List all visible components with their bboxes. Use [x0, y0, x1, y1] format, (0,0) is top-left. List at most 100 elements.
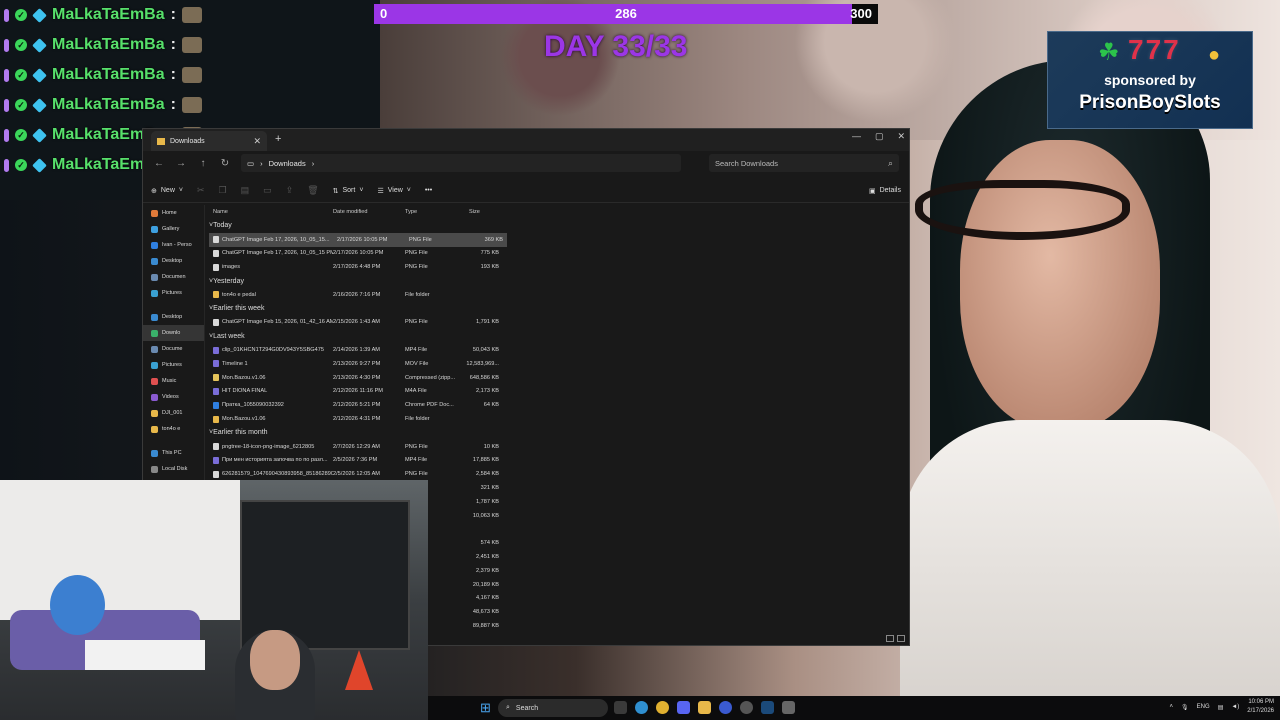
file-name-cell: ChatGPT Image Feb 15, 2026, 01_42_16 AM	[205, 318, 333, 326]
group-header[interactable]: ˅ Today	[205, 219, 909, 233]
back-icon[interactable]: ←	[153, 158, 165, 169]
file-row[interactable]: ChatGPT Image Feb 15, 2026, 01_42_16 AM 2…	[205, 316, 909, 330]
group-header[interactable]: ˅ Earlier this week	[205, 302, 909, 316]
sidebar-item[interactable]: Gallery	[143, 221, 204, 237]
file-row[interactable]: clip_01KHCN1T294G0DV943Y5SBG475 2/14/2026…	[205, 343, 909, 357]
sidebar-item[interactable]: DJI_001	[143, 405, 204, 421]
file-row[interactable]: Mon.Bazou.v1.06 2/13/2026 4:30 PM Compress…	[205, 371, 909, 385]
up-icon[interactable]: ↑	[197, 158, 209, 169]
sort-button[interactable]: ⇅ Sort ˅	[333, 187, 364, 195]
group-header[interactable]: ˅ Yesterday	[205, 274, 909, 288]
details-button[interactable]: ▣ Details	[869, 187, 901, 195]
coins-icon: ●	[1208, 44, 1221, 66]
chat-separator: :	[170, 66, 176, 83]
refresh-icon[interactable]: ↻	[219, 158, 231, 169]
close-icon[interactable]: ✕	[897, 131, 905, 142]
details-view-icon[interactable]	[886, 635, 894, 642]
task-view-icon[interactable]	[614, 701, 627, 714]
chevron-down-icon: ˅	[406, 187, 411, 194]
cut-icon[interactable]: ✂	[197, 185, 205, 196]
sidebar-item[interactable]: Local Disk	[143, 461, 204, 477]
mic-icon[interactable]: 🎙	[1181, 704, 1189, 711]
steam-icon[interactable]	[761, 701, 774, 714]
sidebar-item[interactable]: Pictures	[143, 357, 204, 373]
system-tray: ˄ 🎙 ENG ▤ ◄) 10:06 PM 2/17/2026	[1170, 698, 1274, 716]
file-size: 50,043 KB	[472, 347, 499, 354]
calculator-icon[interactable]	[782, 701, 795, 714]
rename-icon[interactable]: ▭	[263, 185, 272, 196]
view-label: View	[387, 187, 403, 194]
discord-icon[interactable]	[677, 701, 690, 714]
chevron-down-icon: ˅	[359, 187, 364, 194]
breadcrumb-downloads[interactable]: Downloads	[269, 159, 306, 168]
monitor-icon: ▭	[247, 158, 255, 168]
paste-icon[interactable]: ▤	[241, 185, 250, 196]
file-row[interactable]: ChatGPT Image Feb 17, 2026, 10_05_15... 2…	[209, 232, 507, 247]
file-explorer-icon[interactable]	[698, 701, 711, 714]
column-name[interactable]: Name	[205, 209, 333, 215]
file-row[interactable]: Пратка_1055090032392 2/12/2026 5:21 PM Chr…	[205, 398, 909, 412]
sort-label: Sort	[342, 187, 356, 194]
clock[interactable]: 10:06 PM 2/17/2026	[1247, 698, 1274, 716]
more-button[interactable]: •••	[425, 187, 432, 194]
group-header[interactable]: ˅ Last week	[205, 329, 909, 343]
sidebar-item[interactable]: Documen	[143, 269, 204, 285]
view-button[interactable]: ☰ View ˅	[377, 187, 410, 195]
sidebar-item-label: This PC	[162, 450, 182, 456]
language-indicator[interactable]: ENG	[1197, 704, 1210, 710]
title-bar: Downloads ✕ + — ▢ ✕	[143, 129, 909, 151]
column-type[interactable]: Type	[405, 209, 465, 215]
search-input[interactable]: Search Downloads ⌕	[709, 154, 899, 172]
breadcrumb[interactable]: ▭ › Downloads ›	[241, 154, 681, 172]
delete-icon[interactable]: 🗑	[307, 185, 318, 196]
clover-icon: ☘	[1098, 39, 1120, 66]
sidebar-item[interactable]: This PC	[143, 445, 204, 461]
file-row[interactable]: При мен историята започва по по разл... 2…	[205, 454, 909, 468]
sidebar-item[interactable]: Docume	[143, 341, 204, 357]
sidebar-item[interactable]: Home	[143, 205, 204, 221]
group-header[interactable]: ˅ Earlier this month	[205, 426, 909, 440]
file-row[interactable]: pngtree-18-icon-png-image_6212805 2/7/202…	[205, 440, 909, 454]
close-tab-icon[interactable]: ✕	[253, 136, 261, 147]
sidebar-item[interactable]: Ivan - Perso	[143, 237, 204, 253]
volume-icon[interactable]: ◄)	[1231, 704, 1239, 710]
windows-start-icon[interactable]: ⊞	[480, 701, 493, 714]
cube-icon	[32, 127, 47, 143]
edge-icon[interactable]	[635, 701, 648, 714]
file-row[interactable]: HIT DIONA FINAL 2/12/2026 11:16 PM M4A Fil…	[205, 385, 909, 399]
share-icon[interactable]: ⇪	[286, 185, 294, 196]
sidebar-item[interactable]: Videos	[143, 389, 204, 405]
file-row[interactable]: ton4o e pedal 2/16/2026 7:16 PM File folde…	[205, 288, 909, 302]
copy-icon[interactable]: ❐	[219, 185, 227, 196]
new-tab-icon[interactable]: +	[275, 133, 281, 145]
sidebar-item[interactable]: Music	[143, 373, 204, 389]
sidebar-item[interactable]: Desktop	[143, 253, 204, 269]
column-date[interactable]: Date modified	[333, 209, 405, 215]
sidebar-item[interactable]: Pictures	[143, 285, 204, 301]
sidebar-item[interactable]: ton4o e	[143, 421, 204, 437]
maximize-icon[interactable]: ▢	[875, 131, 884, 142]
chrome-icon[interactable]	[656, 701, 669, 714]
file-row[interactable]: Mon.Bazou.v1.06 2/12/2026 4:31 PM File fol…	[205, 412, 909, 426]
tiles-view-icon[interactable]	[897, 635, 905, 642]
file-row[interactable]: Timeline 1 2/13/2026 9:27 PM MOV File 12,58…	[205, 357, 909, 371]
obs-icon[interactable]	[740, 701, 753, 714]
forward-icon[interactable]: →	[175, 158, 187, 169]
chevron-up-icon[interactable]: ˄	[1170, 704, 1174, 710]
column-size[interactable]: Size	[465, 209, 499, 215]
address-bar: ← → ↑ ↻ ▭ › Downloads › Search Downloads…	[143, 151, 909, 175]
sidebar-item[interactable]: Desktop	[143, 309, 204, 325]
sidebar-item[interactable]: Downlo	[143, 325, 204, 341]
network-icon[interactable]: ▤	[1218, 704, 1224, 711]
file-name: Пратка_1055090032392	[222, 402, 284, 409]
file-row[interactable]: images 2/17/2026 4:48 PM PNG File 193 KB	[205, 260, 909, 274]
chat-message: ✓ MaLkaTaEmBa:	[4, 30, 224, 60]
command-bar: ⊕ New ˅ ✂ ❐ ▤ ▭ ⇪ 🗑 ⇅ Sort ˅ ☰ View ˅ ••…	[143, 179, 909, 203]
taskbar-search[interactable]: ⌕ Search	[498, 699, 608, 717]
tab-downloads[interactable]: Downloads ✕	[151, 131, 267, 151]
minimize-icon[interactable]: —	[852, 131, 861, 142]
cube-icon	[32, 67, 47, 83]
app-icon[interactable]	[719, 701, 732, 714]
file-row[interactable]: ChatGPT Image Feb 17, 2026, 10_05_15 PM 2…	[205, 247, 909, 261]
new-button[interactable]: ⊕ New ˅	[151, 187, 183, 195]
